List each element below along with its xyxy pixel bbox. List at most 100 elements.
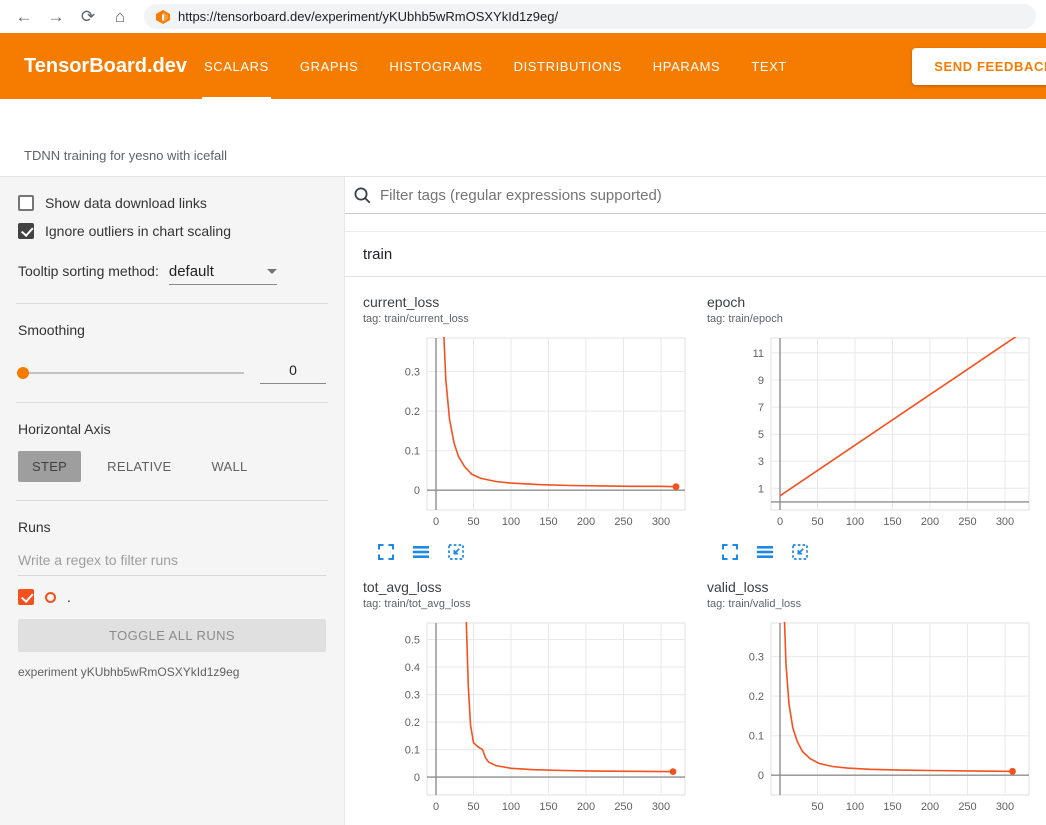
svg-text:200: 200: [577, 801, 595, 813]
chart-title: tot_avg_loss: [363, 579, 693, 595]
axis-wall-button[interactable]: WALL: [197, 451, 261, 482]
svg-text:0.2: 0.2: [749, 691, 764, 703]
chart-valid-loss: valid_loss tag: train/valid_loss 5010015…: [707, 579, 1037, 825]
run-checkbox[interactable]: [18, 589, 34, 605]
tensorboard-favicon: [156, 10, 170, 24]
tab-text[interactable]: TEXT: [749, 33, 789, 99]
chart-epoch: epoch tag: train/epoch 05010015020025030…: [707, 294, 1037, 561]
fit-domain-icon[interactable]: [447, 543, 465, 561]
run-row[interactable]: .: [18, 589, 326, 605]
svg-text:0.4: 0.4: [405, 662, 420, 674]
settings-sidebar: Show data download links Ignore outliers…: [0, 177, 345, 825]
svg-text:0: 0: [414, 485, 420, 497]
svg-text:150: 150: [539, 801, 557, 813]
svg-text:0.5: 0.5: [405, 635, 420, 647]
svg-text:200: 200: [921, 516, 939, 528]
expand-lines-icon[interactable]: [756, 543, 774, 561]
train-section-header[interactable]: train: [345, 232, 1046, 277]
smoothing-slider-row: 0: [18, 362, 326, 384]
tab-hparams[interactable]: HPARAMS: [651, 33, 723, 99]
svg-text:150: 150: [883, 801, 901, 813]
line-chart[interactable]: 5010015020025030000.10.20.3: [707, 617, 1037, 822]
horizontal-axis-buttons: STEP RELATIVE WALL: [18, 451, 326, 482]
show-download-links-checkbox[interactable]: [18, 195, 34, 211]
search-icon: [353, 186, 372, 205]
chevron-down-icon: [267, 269, 277, 274]
tab-scalars[interactable]: SCALARS: [202, 33, 271, 99]
svg-text:100: 100: [846, 516, 864, 528]
svg-text:250: 250: [958, 801, 976, 813]
svg-text:100: 100: [502, 516, 520, 528]
svg-text:50: 50: [811, 516, 823, 528]
tooltip-sorting-dropdown[interactable]: default: [169, 263, 277, 285]
home-icon[interactable]: ⌂: [106, 7, 134, 27]
svg-text:100: 100: [502, 801, 520, 813]
svg-text:300: 300: [996, 516, 1014, 528]
svg-text:300: 300: [652, 801, 670, 813]
runs-label: Runs: [18, 519, 326, 535]
ignore-outliers-row[interactable]: Ignore outliers in chart scaling: [18, 223, 326, 239]
toggle-all-runs-button[interactable]: TOGGLE ALL RUNS: [18, 619, 326, 652]
svg-text:7: 7: [758, 402, 764, 414]
runs-filter: [18, 535, 326, 576]
smoothing-slider[interactable]: [18, 372, 244, 374]
tab-histograms[interactable]: HISTOGRAMS: [387, 33, 484, 99]
chart-tag: tag: train/current_loss: [363, 313, 693, 325]
show-download-links-row[interactable]: Show data download links: [18, 195, 326, 211]
svg-text:0: 0: [433, 801, 439, 813]
svg-text:50: 50: [467, 516, 479, 528]
axis-relative-button[interactable]: RELATIVE: [93, 451, 185, 482]
brand-logo[interactable]: TensorBoard.dev: [24, 55, 202, 78]
axis-step-button[interactable]: STEP: [18, 451, 81, 482]
fullscreen-icon[interactable]: [377, 543, 395, 561]
svg-text:0: 0: [758, 770, 764, 782]
expand-lines-icon[interactable]: [412, 543, 430, 561]
app-header: TensorBoard.dev SCALARS GRAPHS HISTOGRAM…: [0, 33, 1046, 99]
tab-graphs[interactable]: GRAPHS: [298, 33, 361, 99]
svg-text:0: 0: [777, 516, 783, 528]
main-panel: train current_loss tag: train/current_lo…: [345, 177, 1046, 825]
send-feedback-button[interactable]: SEND FEEDBACK: [912, 48, 1046, 85]
content: Show data download links Ignore outliers…: [0, 177, 1046, 825]
browser-toolbar: ← → ⟳ ⌂ https://tensorboard.dev/experime…: [0, 0, 1046, 33]
smoothing-label: Smoothing: [18, 322, 326, 338]
url-text: https://tensorboard.dev/experiment/yKUbh…: [178, 9, 558, 24]
fullscreen-icon[interactable]: [721, 543, 739, 561]
experiment-description: TDNN training for yesno with icefall: [0, 99, 1046, 177]
svg-text:0.1: 0.1: [749, 731, 764, 743]
line-chart[interactable]: 05010015020025030000.10.20.3: [363, 332, 693, 537]
runs-filter-input[interactable]: [18, 545, 326, 576]
svg-text:300: 300: [652, 516, 670, 528]
svg-text:150: 150: [539, 516, 557, 528]
experiment-id-note: experiment yKUbhb5wRmOSXYkId1z9eg: [18, 665, 326, 679]
slider-thumb[interactable]: [17, 367, 29, 379]
ignore-outliers-checkbox[interactable]: [18, 223, 34, 239]
chart-title: valid_loss: [707, 579, 1037, 595]
fit-domain-icon[interactable]: [791, 543, 809, 561]
svg-text:200: 200: [921, 801, 939, 813]
chart-tag: tag: train/tot_avg_loss: [363, 598, 693, 610]
svg-text:200: 200: [577, 516, 595, 528]
svg-text:3: 3: [758, 456, 764, 468]
train-card: train current_loss tag: train/current_lo…: [345, 231, 1046, 825]
url-bar[interactable]: https://tensorboard.dev/experiment/yKUbh…: [144, 4, 1036, 29]
chart-toolbar: [707, 543, 1037, 561]
forward-icon[interactable]: →: [42, 7, 70, 27]
chart-toolbar: [363, 543, 693, 561]
svg-text:250: 250: [958, 516, 976, 528]
run-name: .: [67, 589, 71, 605]
tooltip-sorting-value: default: [169, 263, 214, 280]
smoothing-value-field[interactable]: 0: [260, 362, 326, 384]
svg-text:100: 100: [846, 801, 864, 813]
filter-tags-input[interactable]: [380, 187, 1038, 204]
chart-title: epoch: [707, 294, 1037, 310]
svg-text:250: 250: [614, 801, 632, 813]
tab-distributions[interactable]: DISTRIBUTIONS: [512, 33, 624, 99]
svg-text:0.1: 0.1: [405, 745, 420, 757]
refresh-icon[interactable]: ⟳: [74, 7, 102, 27]
back-icon[interactable]: ←: [10, 7, 38, 27]
svg-text:50: 50: [811, 801, 823, 813]
line-chart[interactable]: 0501001502002503001357911: [707, 332, 1037, 537]
line-chart[interactable]: 05010015020025030000.10.20.30.40.5: [363, 617, 693, 822]
filter-tags-row: [345, 177, 1046, 214]
